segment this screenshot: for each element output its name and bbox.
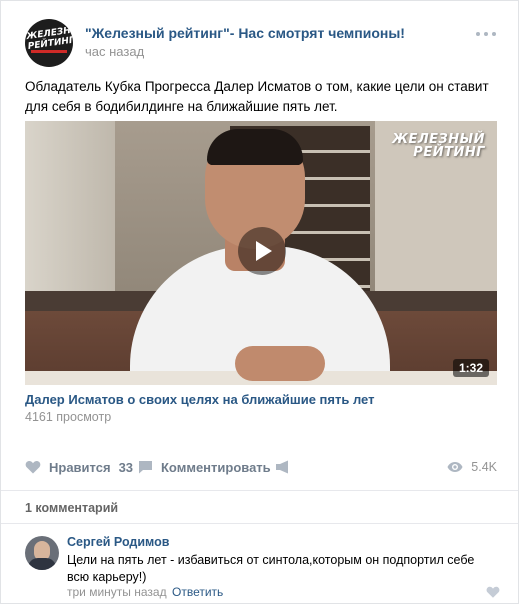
video-duration: 1:32 — [452, 359, 489, 377]
post-actions: Нравится 33 Комментировать 5.4K — [25, 455, 497, 479]
avatar-logo-bar — [31, 50, 67, 53]
share-button[interactable] — [275, 455, 291, 479]
wall-post: ЖЕЛЕЗНЫЙ РЕЙТИНГ "Железный рейтинг"- Нас… — [0, 0, 519, 604]
comment-button[interactable]: Комментировать — [138, 455, 271, 479]
video-player[interactable]: ЖЕЛЕЗНЫЙ РЕЙТИНГ 1:32 — [25, 121, 497, 385]
commenter-avatar[interactable] — [25, 536, 59, 570]
post-time[interactable]: час назад — [85, 44, 144, 59]
avatar-logo-text: ЖЕЛЕЗНЫЙ РЕЙТИНГ — [25, 23, 73, 52]
like-button[interactable]: Нравится 33 — [25, 455, 133, 479]
divider — [1, 490, 518, 491]
views-counter: 5.4K — [447, 455, 497, 479]
group-avatar[interactable]: ЖЕЛЕЗНЫЙ РЕЙТИНГ — [25, 19, 73, 67]
more-options-icon[interactable] — [476, 29, 498, 39]
like-label: Нравится — [49, 459, 111, 475]
comments-count[interactable]: 1 комментарий — [25, 501, 118, 515]
divider — [1, 523, 518, 524]
heart-icon[interactable] — [486, 585, 500, 599]
comment-author-link[interactable]: Сергей Родимов — [67, 535, 169, 549]
megaphone-icon — [276, 460, 288, 474]
comment-time[interactable]: три минуты назад — [67, 585, 167, 599]
post-header: ЖЕЛЕЗНЫЙ РЕЙТИНГ "Железный рейтинг"- Нас… — [25, 19, 498, 69]
video-views: 4161 просмотр — [25, 410, 112, 424]
video-brand-watermark: ЖЕЛЕЗНЫЙ РЕЙТИНГ — [392, 132, 485, 160]
comment-text: Цели на пять лет - избавиться от синтола… — [67, 553, 475, 584]
views-count: 5.4K — [471, 460, 497, 474]
post-text: Обладатель Кубка Прогресса Далер Исматов… — [25, 79, 489, 114]
play-icon — [256, 241, 272, 261]
comment-icon — [139, 461, 152, 474]
group-name-link[interactable]: "Железный рейтинг"- Нас смотрят чемпионы… — [85, 25, 405, 41]
heart-icon — [25, 460, 41, 474]
like-count: 33 — [118, 459, 134, 475]
reply-link[interactable]: Ответить — [172, 585, 223, 599]
play-button[interactable] — [238, 227, 286, 275]
video-title-link[interactable]: Далер Исматов о своих целях на ближайшие… — [25, 392, 374, 407]
eye-icon — [447, 462, 463, 472]
comment-label: Комментировать — [161, 459, 271, 475]
